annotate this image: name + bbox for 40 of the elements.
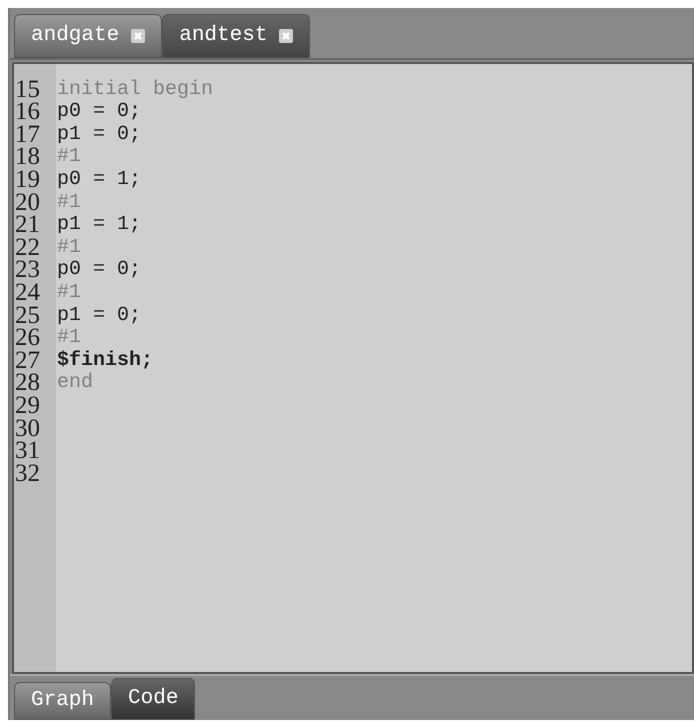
line-number: 21 (14, 214, 41, 236)
line-number: 31 (14, 440, 41, 462)
file-tab[interactable]: andgate (14, 14, 162, 58)
code-text: #1 (56, 282, 82, 304)
line-number: 30 (14, 418, 41, 440)
code-text: end (56, 372, 94, 394)
code-text: #1 (56, 327, 82, 350)
line-number: 19 (14, 168, 41, 191)
line-number: 24 (14, 282, 41, 304)
view-tab[interactable]: Graph (14, 682, 112, 720)
code-text: #1 (56, 236, 82, 259)
code-text: p0 = 0; (56, 259, 142, 282)
tab-label: andtest (179, 23, 268, 50)
code-text: #1 (56, 192, 82, 214)
line-number: 22 (14, 236, 41, 259)
line-number: 17 (14, 124, 41, 146)
line-number: 27 (14, 350, 41, 372)
tab-label: andgate (31, 23, 120, 50)
line-number: 18 (14, 146, 41, 168)
line-number: 32 (14, 462, 41, 485)
line-number: 25 (14, 304, 41, 327)
file-tab[interactable]: andtest (162, 14, 310, 58)
code-text: #1 (56, 146, 82, 168)
code-text: p1 = 1; (56, 214, 142, 236)
view-tab[interactable]: Code (111, 678, 196, 720)
code-text: p0 = 1; (56, 168, 142, 191)
line-number: 26 (14, 327, 41, 350)
code-text: $finish; (56, 350, 154, 372)
code-text: p0 = 0; (56, 101, 142, 124)
line-number: 16 (14, 101, 41, 124)
code-text: p1 = 0; (56, 304, 142, 327)
line-number: 23 (14, 259, 41, 282)
line-number: 29 (14, 394, 41, 417)
code-text: initial begin (56, 78, 214, 101)
close-icon[interactable] (279, 29, 294, 43)
code-text: p1 = 0; (56, 124, 142, 146)
line-number: 20 (14, 192, 41, 214)
line-number: 15 (14, 78, 41, 101)
close-icon[interactable] (131, 29, 146, 43)
line-number: 28 (14, 372, 41, 394)
